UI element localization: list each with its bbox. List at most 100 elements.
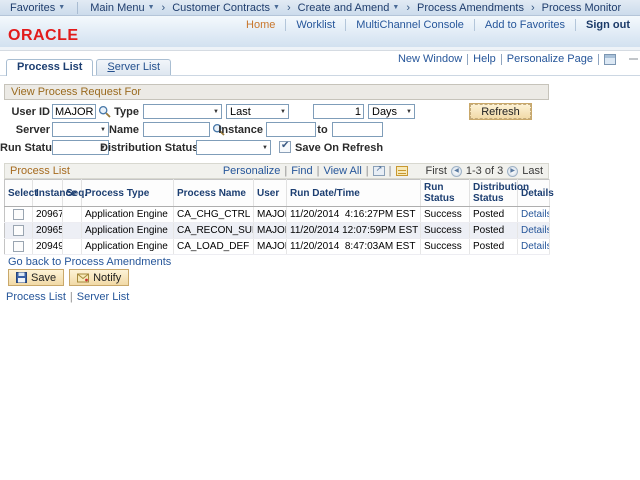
save-button[interactable]: Save [8,269,64,286]
cell-user: MAJORD [254,223,287,239]
bottom-process-list-link[interactable]: Process List [6,291,66,303]
cell-seq [63,223,82,239]
toolbar-separator [366,165,369,177]
details-link[interactable]: Details [521,209,550,220]
first-label[interactable]: First [426,165,447,177]
cell-run-status: Success [421,223,470,239]
go-back-link[interactable]: Go back to Process Amendments [8,256,171,268]
breadcrumb-main-menu[interactable]: Main Menu ▼ [86,2,158,14]
download-spreadsheet-icon[interactable] [396,166,408,176]
col-run-datetime: Run Date/Time [287,180,421,207]
last-select[interactable]: Last [226,104,289,119]
pagination-range: 1-3 of 3 [466,165,503,177]
cell-seq [63,207,82,223]
grid-title: Process List [10,165,70,177]
row-select-checkbox[interactable] [13,241,24,252]
zoom-grid-icon[interactable] [373,166,385,176]
save-button-label: Save [31,272,56,284]
find-link[interactable]: Find [291,165,312,177]
breadcrumb-favorites[interactable]: Favorites ▼ [6,2,69,14]
table-row: 20965 Application Engine CA_RECON_SUM MA… [5,223,550,239]
cell-process-name: CA_RECON_SUM [174,223,254,239]
sign-out-link[interactable]: Sign out [576,19,632,31]
cell-run-datetime: 11/20/2014 4:16:27PM EST [287,207,421,223]
cell-process-type: Application Engine [82,223,174,239]
breadcrumb-separator: › [162,2,166,14]
bottom-page-links: Process List Server List [6,291,129,303]
grid-toolbar: Personalize Find View All First ◀ 1-3 of… [223,165,543,177]
bottom-server-list-link[interactable]: Server List [77,291,130,303]
table-row: 20949 Application Engine CA_LOAD_DEF MAJ… [5,239,550,255]
home-link[interactable]: Home [236,19,285,31]
row-select-checkbox[interactable] [13,209,24,220]
col-distribution-status: Distribution Status [470,180,518,207]
col-process-name: Process Name [174,180,254,207]
cell-distribution-status: Posted [470,239,518,255]
instance-from-input[interactable] [266,122,316,137]
chevron-down-icon: ▼ [392,4,399,11]
server-select[interactable] [52,122,109,137]
breadcrumb-process-monitor[interactable]: Process Monitor [538,2,625,14]
chevron-down-icon: ▼ [148,4,155,11]
cell-distribution-status: Posted [470,207,518,223]
days-select[interactable]: Days [368,104,415,119]
breadcrumb-create-and-amend[interactable]: Create and Amend ▼ [294,2,404,14]
personalize-link[interactable]: Personalize [223,165,280,177]
breadcrumb: Favorites ▼ Main Menu ▼ › Customer Contr… [0,0,640,16]
last-select-value: Last [230,106,251,118]
refresh-button[interactable]: Refresh [469,103,532,120]
distribution-status-select[interactable] [196,140,271,155]
header-links: Home Worklist MultiChannel Console Add t… [236,19,632,31]
col-process-type: Process Type [82,180,174,207]
row-select-checkbox[interactable] [13,225,24,236]
breadcrumb-process-amendments-label: Process Amendments [417,2,524,14]
instance-to-label: to [316,124,329,136]
view-all-link[interactable]: View All [323,165,361,177]
header-sub-strip [0,47,640,51]
tab-strip: Process ListServer List [0,59,640,76]
worklist-link[interactable]: Worklist [286,19,345,31]
chevron-down-icon: ▼ [273,4,280,11]
user-id-input[interactable] [52,104,96,119]
cell-process-type: Application Engine [82,239,174,255]
breadcrumb-customer-contracts[interactable]: Customer Contracts ▼ [168,2,284,14]
save-on-refresh-checkbox[interactable] [279,141,291,153]
cell-user: MAJORD [254,207,287,223]
name-input[interactable] [143,122,210,137]
process-monitor-page: Favorites ▼ Main Menu ▼ › Customer Contr… [0,0,640,480]
add-to-favorites-link[interactable]: Add to Favorites [475,19,575,31]
notify-button-label: Notify [93,272,121,284]
type-label: Type [103,106,139,118]
oracle-logo: ORACLE [8,27,79,45]
toolbar-separator [389,165,392,177]
cell-instance: 20949 [33,239,63,255]
breadcrumb-divider [77,2,78,14]
cell-user: MAJORD [254,239,287,255]
details-link[interactable]: Details [521,241,550,252]
col-seq: Seq. [63,180,82,207]
next-arrow-icon[interactable]: ▶ [507,166,518,177]
col-select: Select [5,180,33,207]
range-count-input[interactable] [313,104,364,119]
breadcrumb-process-monitor-label: Process Monitor [542,2,621,14]
type-select[interactable] [143,104,222,119]
previous-arrow-icon[interactable]: ◀ [451,166,462,177]
breadcrumb-separator: › [531,2,535,14]
breadcrumb-favorites-label: Favorites [10,2,55,14]
breadcrumb-process-amendments[interactable]: Process Amendments [413,2,528,14]
details-link[interactable]: Details [521,225,550,236]
last-label[interactable]: Last [522,165,543,177]
link-separator [70,291,73,303]
multichannel-console-link[interactable]: MultiChannel Console [346,19,474,31]
notify-button[interactable]: Notify [69,269,129,286]
cell-run-status: Success [421,207,470,223]
tab-process-list[interactable]: Process List [6,59,93,76]
instance-to-input[interactable] [332,122,383,137]
breadcrumb-main-menu-label: Main Menu [90,2,144,14]
cell-run-datetime: 11/20/2014 12:07:59PM EST [287,223,421,239]
breadcrumb-separator: › [406,2,410,14]
cell-process-name: CA_LOAD_DEF [174,239,254,255]
tab-server-list[interactable]: Server List [96,59,171,75]
save-icon [16,272,27,283]
header-band: Home Worklist MultiChannel Console Add t… [0,16,640,47]
